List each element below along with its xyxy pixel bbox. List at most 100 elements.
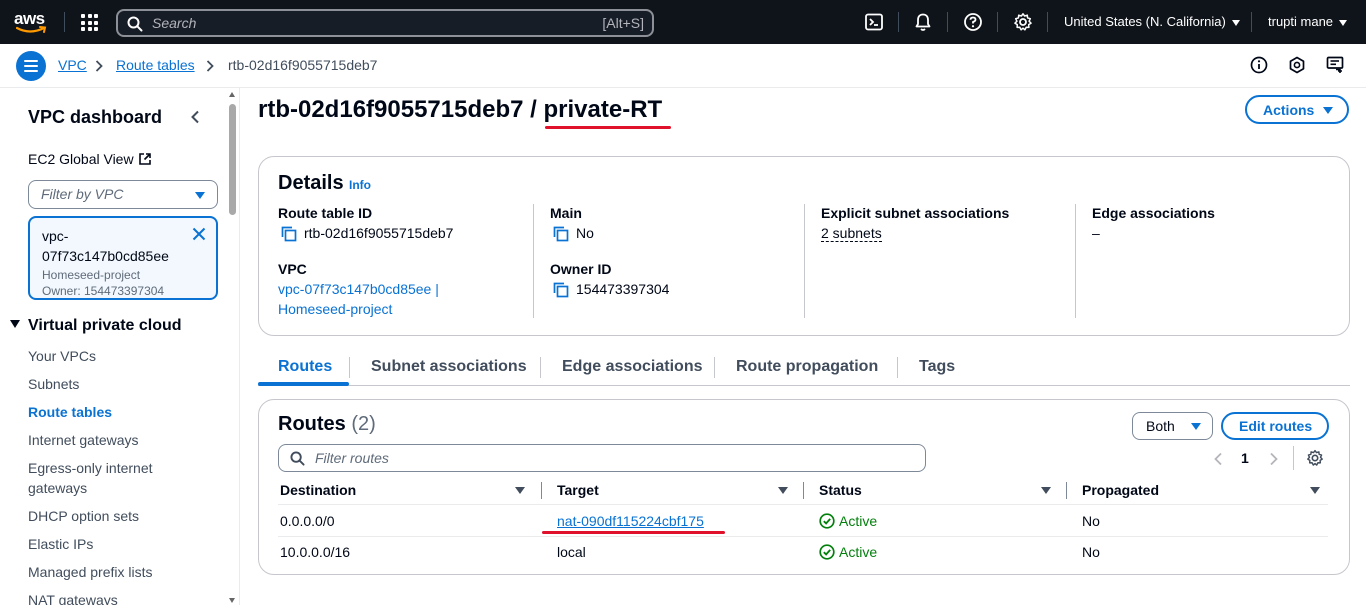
selected-vpc-name: Homeseed-project: [42, 268, 141, 282]
sidebar-item-internet-gateways[interactable]: Internet gateways: [28, 430, 218, 450]
column-resizer[interactable]: [803, 482, 804, 499]
sort-caret-icon[interactable]: [778, 487, 788, 494]
caret-down-icon: [1191, 423, 1201, 430]
edge-associations-label: Edge associations: [1092, 205, 1215, 221]
column-divider: [804, 204, 805, 318]
actions-button[interactable]: Actions: [1245, 95, 1349, 124]
chevron-right-icon: [95, 60, 103, 72]
navigation-menu-button[interactable]: [16, 51, 46, 81]
tab-routes[interactable]: Routes: [278, 358, 332, 376]
cloudshell-icon[interactable]: [864, 12, 884, 32]
selected-vpc-token: vpc- 07f73c147b0cd85ee Homeseed-project …: [28, 216, 218, 300]
route-propagated: No: [1082, 544, 1100, 560]
vpc-name-link[interactable]: Homeseed-project: [278, 301, 392, 317]
tab-tags[interactable]: Tags: [919, 358, 955, 376]
tab-edge-associations[interactable]: Edge associations: [562, 358, 703, 376]
info-icon[interactable]: [1250, 56, 1268, 74]
sidebar-item-subnets[interactable]: Subnets: [28, 374, 218, 394]
column-resizer[interactable]: [1066, 482, 1067, 499]
collapse-sidebar-icon[interactable]: [190, 110, 200, 124]
copy-icon[interactable]: [553, 226, 569, 242]
scroll-up-arrow-icon[interactable]: [229, 92, 235, 97]
caret-down-icon: [1231, 19, 1240, 26]
sidebar-item-dhcp-option-sets[interactable]: DHCP option sets: [28, 506, 218, 526]
column-header-status[interactable]: Status: [819, 482, 862, 498]
copy-icon[interactable]: [553, 282, 569, 298]
sort-caret-icon[interactable]: [1310, 487, 1320, 494]
explicit-subnet-associations-label: Explicit subnet associations: [821, 205, 1010, 221]
column-resizer[interactable]: [541, 482, 542, 499]
route-type-select[interactable]: Both: [1132, 412, 1213, 440]
previous-page-icon[interactable]: [1213, 452, 1223, 466]
chevron-right-icon: [206, 60, 214, 72]
nav-divider: [997, 12, 998, 32]
notifications-bell-icon[interactable]: [913, 12, 933, 32]
sidebar-item-nat-gateways[interactable]: NAT gateways: [28, 590, 218, 605]
aws-smile-icon: [16, 26, 47, 33]
aws-logo[interactable]: aws: [14, 9, 52, 35]
column-header-propagated[interactable]: Propagated: [1082, 482, 1159, 498]
sort-caret-icon[interactable]: [515, 487, 525, 494]
actions-label: Actions: [1263, 102, 1315, 118]
scrollbar-thumb[interactable]: [229, 104, 236, 215]
column-header-destination[interactable]: Destination: [280, 482, 356, 498]
sidebar-item-elastic-ips[interactable]: Elastic IPs: [28, 534, 218, 554]
sidebar-scrollbar[interactable]: [228, 92, 237, 605]
route-status-label: Active: [839, 544, 878, 560]
column-header-target[interactable]: Target: [557, 482, 599, 498]
routes-heading-label: Routes: [278, 413, 346, 435]
section-virtual-private-cloud[interactable]: Virtual private cloud: [10, 317, 182, 335]
filter-by-vpc-select[interactable]: Filter by VPC: [28, 180, 218, 209]
feedback-screen-icon[interactable]: [1326, 56, 1344, 74]
vpc-link[interactable]: vpc-07f73c147b0cd85ee |: [278, 281, 439, 297]
sidebar-item-route-tables[interactable]: Route tables: [28, 402, 218, 422]
owner-id-value: 154473397304: [576, 281, 670, 297]
next-page-icon[interactable]: [1269, 452, 1279, 466]
settings-gear-icon[interactable]: [1013, 12, 1033, 32]
nav-divider: [947, 12, 948, 32]
sort-caret-icon[interactable]: [1041, 487, 1051, 494]
copy-icon[interactable]: [281, 226, 297, 242]
tab-subnet-associations[interactable]: Subnet associations: [371, 358, 527, 376]
breadcrumb-vpc[interactable]: VPC: [58, 57, 87, 73]
edit-routes-button[interactable]: Edit routes: [1221, 412, 1329, 440]
current-page-number[interactable]: 1: [1241, 450, 1249, 466]
vpc-label: VPC: [278, 261, 307, 277]
nav-divider: [1251, 12, 1252, 32]
sidebar-item-egress-only-internet-gateways[interactable]: Egress-only internet gateways: [28, 458, 178, 498]
route-destination: 0.0.0.0/0: [280, 513, 335, 529]
ec2-global-view-link[interactable]: EC2 Global View: [28, 151, 151, 167]
services-grid-icon[interactable]: [81, 14, 98, 31]
caret-down-icon: [195, 192, 205, 199]
tab-route-propagation[interactable]: Route propagation: [736, 358, 878, 376]
remove-vpc-filter-icon[interactable]: [192, 227, 206, 241]
selected-vpc-id: vpc- 07f73c147b0cd85ee: [42, 226, 192, 266]
search-input[interactable]: Search [Alt+S]: [116, 9, 654, 37]
security-hexagon-icon[interactable]: [1288, 56, 1306, 74]
filter-routes-input[interactable]: Filter routes: [278, 444, 926, 472]
owner-id-label: Owner ID: [550, 261, 612, 277]
external-link-icon: [139, 153, 151, 165]
account-menu[interactable]: trupti mane: [1268, 14, 1348, 29]
scroll-down-arrow-icon[interactable]: [229, 598, 235, 603]
breadcrumb-route-tables[interactable]: Route tables: [116, 57, 195, 73]
route-target-link[interactable]: nat-090df115224cbf175: [557, 513, 704, 529]
region-selector[interactable]: United States (N. California): [1064, 14, 1240, 29]
main-label: Main: [550, 205, 582, 221]
caret-down-icon: [10, 320, 20, 328]
side-navigation: VPC dashboard EC2 Global View Filter by …: [0, 88, 240, 605]
page-title-separator: /: [523, 96, 544, 123]
sidebar-title[interactable]: VPC dashboard: [28, 107, 162, 128]
region-label: United States (N. California): [1064, 14, 1226, 29]
column-divider: [533, 204, 534, 318]
sidebar-item-managed-prefix-lists[interactable]: Managed prefix lists: [28, 562, 218, 582]
page-title-name: private-RT: [543, 96, 663, 123]
sidebar-item-your-vpcs[interactable]: Your VPCs: [28, 346, 218, 366]
details-info-link[interactable]: Info: [349, 178, 371, 192]
table-preferences-gear-icon[interactable]: [1306, 449, 1324, 467]
help-icon[interactable]: [963, 12, 983, 32]
filter-by-vpc-placeholder: Filter by VPC: [41, 186, 124, 202]
tab-divider: [349, 357, 350, 378]
column-divider: [1075, 204, 1076, 318]
explicit-subnet-associations-value[interactable]: 2 subnets: [821, 225, 882, 242]
